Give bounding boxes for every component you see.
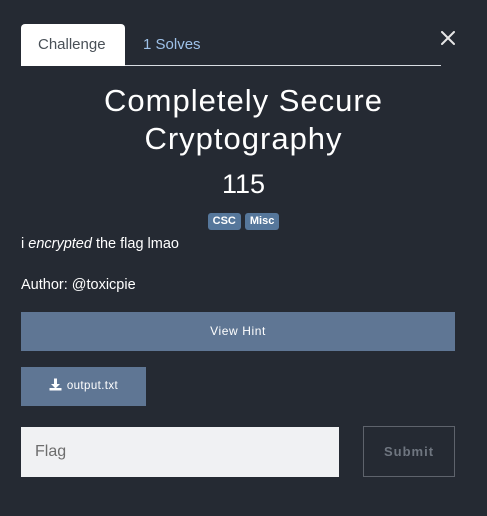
file-name: output.txt <box>66 380 119 392</box>
view-hint-button[interactable]: View Hint <box>21 312 455 351</box>
tab-solves[interactable]: 1 Solves <box>126 24 218 65</box>
tag-list: CSC Misc <box>0 213 487 230</box>
challenge-title-line2: Cryptography <box>144 121 343 156</box>
description-emphasis: encrypted <box>28 236 92 252</box>
description-text: the flag lmao <box>91 236 179 252</box>
tag-badge: Misc <box>244 213 280 230</box>
close-icon[interactable] <box>438 28 458 48</box>
tag-badge: CSC <box>207 213 241 230</box>
challenge-title: Completely Secure Cryptography <box>0 82 487 158</box>
challenge-title-line1: Completely Secure <box>104 83 383 118</box>
download-icon <box>49 378 62 391</box>
challenge-author: Author: @toxicpie <box>21 277 136 293</box>
tab-bar: Challenge 1 Solves <box>21 24 441 66</box>
flag-input[interactable] <box>21 427 339 477</box>
tab-challenge[interactable]: Challenge <box>21 24 125 66</box>
challenge-modal: Challenge 1 Solves Completely Secure Cry… <box>0 0 487 516</box>
submit-button[interactable]: Submit <box>363 426 455 477</box>
challenge-points: 115 <box>221 169 266 199</box>
challenge-description: i encrypted the flag lmao <box>21 234 461 254</box>
download-file-button[interactable]: output.txt <box>21 367 146 406</box>
